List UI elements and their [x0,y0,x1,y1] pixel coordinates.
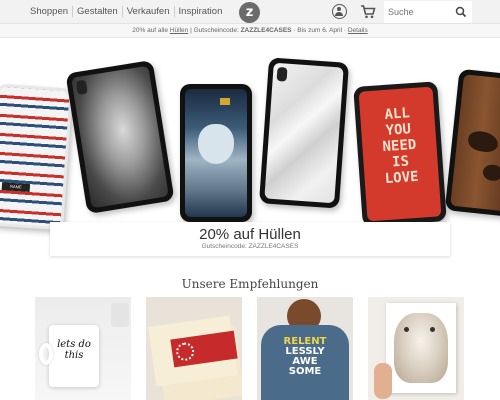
nav-verkaufen[interactable]: Verkaufen [123,6,175,17]
tshirt-text: RELENT LESSLY AWE SOME [269,337,341,377]
top-navigation-bar: Shoppen Gestalten Verkaufen Inspiration … [0,0,500,24]
zazzle-logo[interactable]: z [239,2,260,23]
product-tile-mug[interactable]: lets do this [35,297,131,400]
tshirt-line-4: SOME [288,366,322,377]
promo-details-link[interactable]: Details [348,27,368,34]
nav-shoppen[interactable]: Shoppen [26,6,74,17]
phone-case-polar-bear [180,84,252,222]
product-tile-labels[interactable] [146,297,242,400]
phone-case-love: ALL YOU NEED IS LOVE [353,81,447,227]
nav-gestalten[interactable]: Gestalten [73,6,123,17]
product-tile-tshirt[interactable]: RELENT LESSLY AWE SOME [257,297,353,400]
cart-icon[interactable] [360,4,376,19]
mug-text: lets do this [57,339,91,361]
promo-text-a: 20% auf alle [132,27,170,34]
phone-case-wood-map [444,68,500,218]
promo-code: ZAZZLE4CASES [240,27,292,34]
promo-banner: 20% auf alle Hüllen | Gutscheincode: ZAZ… [0,24,500,38]
recommendations-title: Unsere Empfehlungen [181,277,319,291]
hero-title: 20% auf Hüllen [199,226,301,243]
cat-photo [394,313,448,383]
love-case-text: ALL YOU NEED IS LOVE [365,104,434,188]
promo-text-b: | Gutscheincode: [188,27,241,34]
hero-caption[interactable]: 20% auf Hüllen Gutscheincode: ZAZZLE4CAS… [50,222,450,256]
search-icon[interactable] [453,4,469,20]
account-icon[interactable] [332,4,347,19]
hero-subtitle: Gutscheincode: ZAZZLE4CASES [201,243,299,250]
nav-inspiration[interactable]: Inspiration [175,6,227,17]
phone-case-sweater: NAME [0,83,73,231]
promo-text-c: · Bis zum 6. April · [291,27,348,34]
main-nav: Shoppen Gestalten Verkaufen Inspiration [26,6,226,17]
promo-link-huellen[interactable]: Hüllen [170,27,188,34]
phone-case-photo [65,59,175,215]
product-tile-cat-card[interactable] [368,297,464,400]
phone-case-marble [259,57,349,209]
